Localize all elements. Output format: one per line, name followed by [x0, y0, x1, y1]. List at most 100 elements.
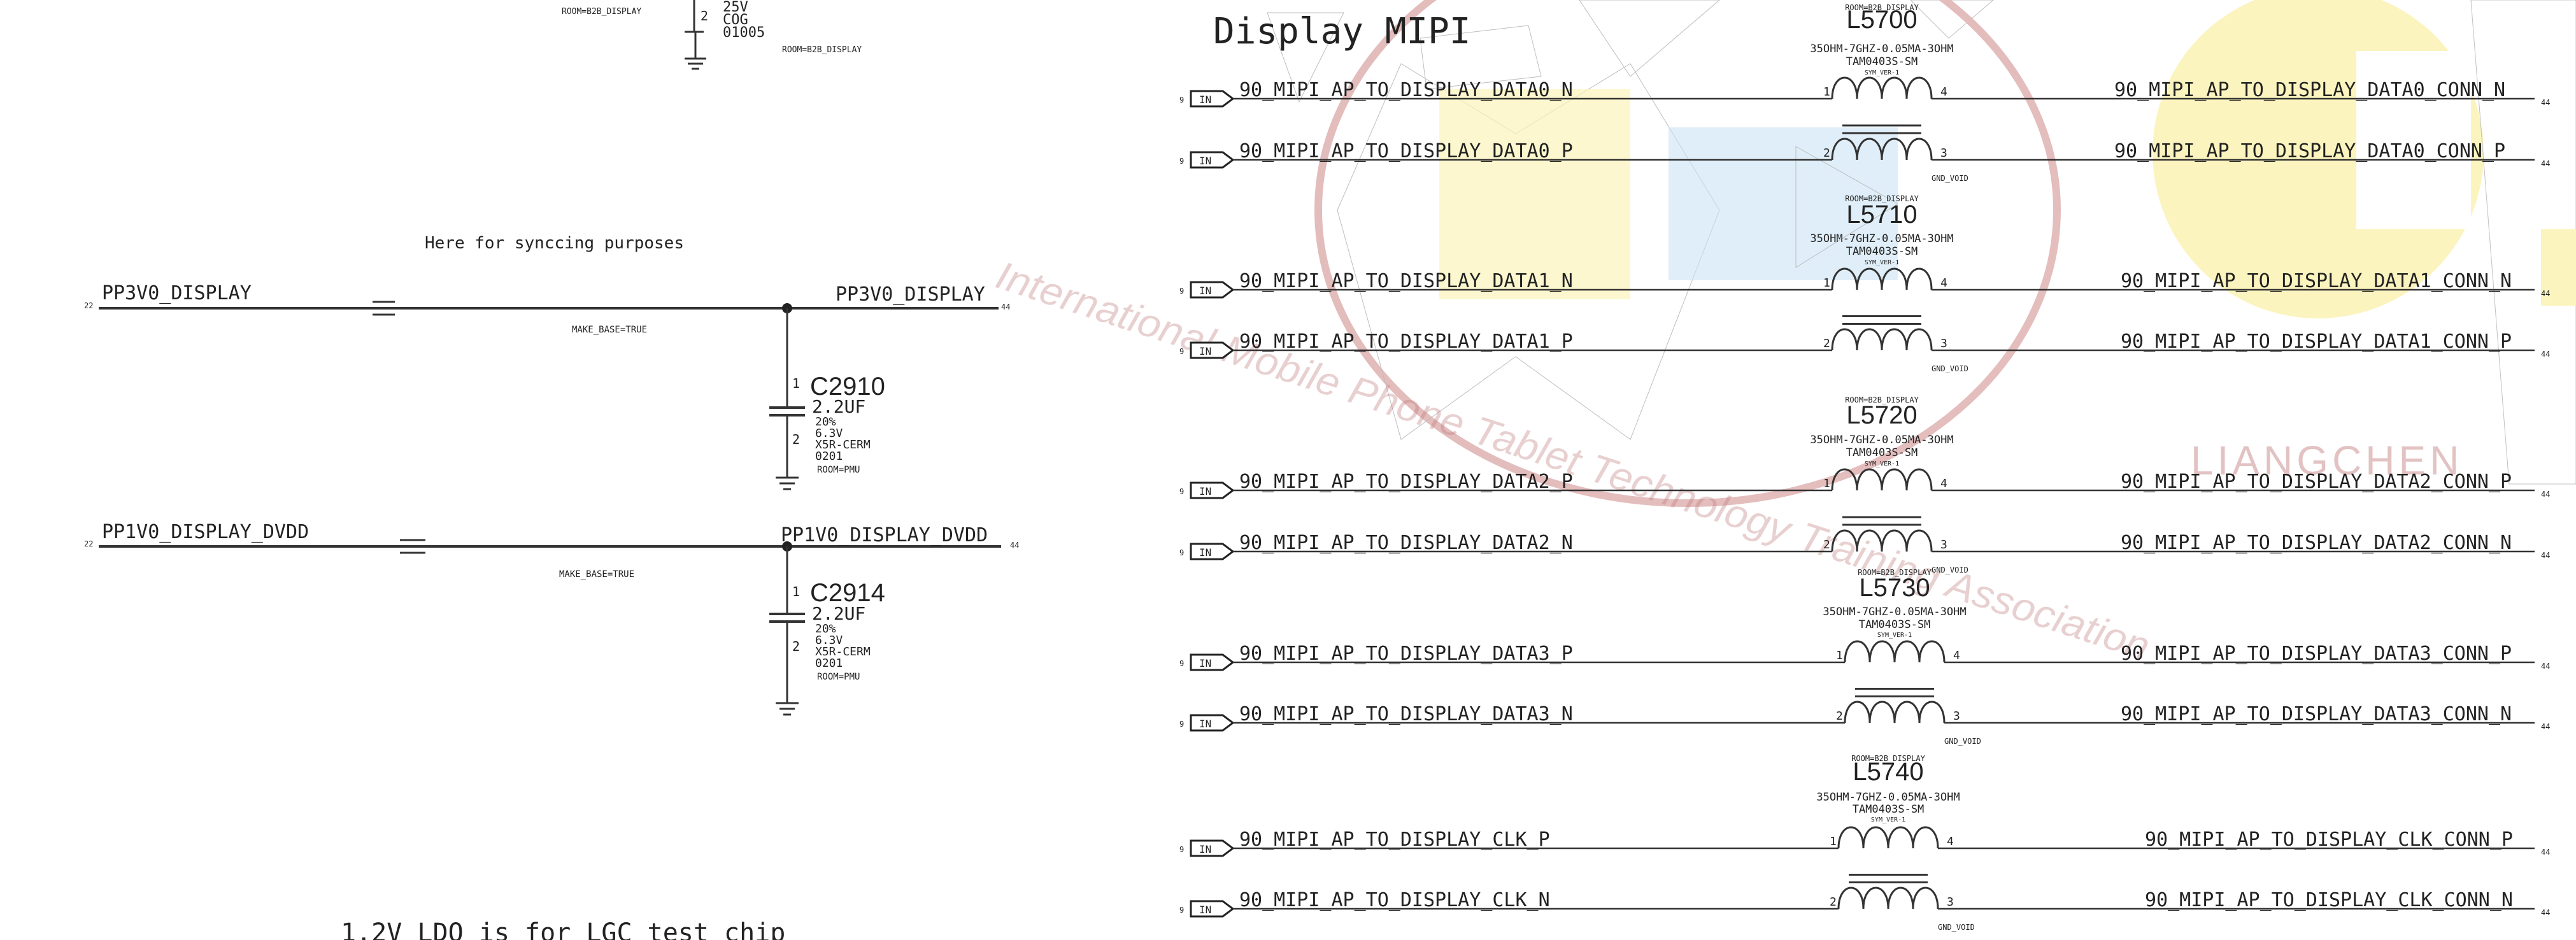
page-title: Display MIPI	[1213, 11, 1471, 52]
gnd-void-label: GND_VOID	[1932, 174, 1968, 183]
page-ref: 44	[2541, 350, 2550, 359]
top-cap-fragment: ROOM=B2B_DISPLAY 2 25V COG 01005 ROOM=B2…	[562, 0, 862, 70]
page-ref: 9	[1179, 845, 1184, 854]
in-port-label: IN	[1199, 843, 1211, 855]
component-ref: L5710	[1846, 201, 1917, 229]
net-label: 90_MIPI_AP_TO_DISPLAY_DATA2_CONN_N	[2121, 532, 2512, 554]
page-ref: 44	[2541, 159, 2550, 168]
page-ref: 9	[1179, 487, 1184, 496]
pin-number: 3	[1940, 337, 1947, 350]
net-label: PP1V0_DISPLAY_DVDD	[102, 521, 309, 543]
pin-number: 3	[1953, 709, 1960, 723]
pin-number: 2	[1823, 146, 1830, 160]
filter-line-top: 9 IN 90_MIPI_AP_TO_DISPLAY_DATA3_P 1 4 90_MIP…	[1179, 640, 2550, 671]
component-ref: L5740	[1853, 758, 1923, 786]
filter-line-top: 9 IN 90_MIPI_AP_TO_DISPLAY_DATA2_P 1 4 90_MIP…	[1179, 468, 2550, 499]
in-port-label: IN	[1199, 657, 1211, 669]
net-label: 90_MIPI_AP_TO_DISPLAY_DATA3_CONN_P	[2121, 643, 2512, 665]
net-label: 90_MIPI_AP_TO_DISPLAY_CLK_CONN_N	[2145, 889, 2513, 911]
room-label: ROOM=B2B_DISPLAY	[562, 7, 641, 17]
component-value: 2.2UF	[812, 603, 865, 624]
room-label: ROOM=PMU	[817, 672, 860, 682]
component-ref: L5700	[1846, 6, 1917, 34]
cap-spec: 01005	[723, 25, 765, 41]
page-ref: 44	[2541, 908, 2550, 917]
in-port-flag	[1190, 90, 1235, 108]
page-ref: 44	[1010, 541, 1019, 550]
page-ref: 44	[1001, 303, 1010, 311]
in-port-flag	[1190, 341, 1235, 359]
in-port-label: IN	[1199, 718, 1211, 730]
pin-number: 3	[1940, 146, 1947, 160]
net-label: PP1V0_DISPLAY_DVDD	[781, 524, 988, 546]
cap-spec: 0201	[815, 450, 843, 463]
page-ref: 9	[1179, 157, 1184, 166]
in-port-flag	[1190, 543, 1235, 560]
filter-line-bottom: 9 IN 90_MIPI_AP_TO_DISPLAY_CLK_N 2 3 90_MIPI_…	[1179, 887, 2550, 918]
net-label: 90_MIPI_AP_TO_DISPLAY_DATA1_CONN_N	[2121, 270, 2512, 292]
in-port-label: IN	[1199, 285, 1211, 297]
in-port-flag	[1190, 839, 1235, 857]
in-port-flag	[1190, 714, 1235, 732]
in-port-flag	[1190, 281, 1235, 299]
in-port-label: IN	[1199, 904, 1211, 916]
page-ref: 44	[2541, 98, 2550, 107]
common-mode-filter-l5740: ROOM=B2B_DISPLAYL574035OHM-7GHZ-0.05MA-3…	[1179, 754, 2550, 932]
pin-number: 4	[1947, 835, 1954, 848]
component-ref: L5720	[1846, 401, 1917, 429]
filter-line-top: 9 IN 90_MIPI_AP_TO_DISPLAY_CLK_P 1 4 90_MIPI_…	[1179, 826, 2550, 857]
component-value: 2.2UF	[812, 396, 865, 417]
in-port-label: IN	[1199, 94, 1211, 106]
in-port-flag	[1190, 900, 1235, 918]
package-label: TAM0403S-SM	[1859, 618, 1931, 631]
in-port-flag	[1190, 151, 1235, 169]
pin-number: 1	[1830, 835, 1837, 848]
package-label: TAM0403S-SM	[1846, 446, 1918, 459]
net-label: PP3V0_DISPLAY	[836, 283, 985, 306]
room-label: ROOM=PMU	[817, 465, 860, 475]
rail-pp3v0-display: 22 PP3V0_DISPLAY MAKE_BASE=TRUE PP3V0_DI…	[84, 282, 1010, 490]
pin-number: 3	[1940, 538, 1947, 552]
schematic-canvas: International Mobile Phone Tablet Techno…	[84, 0, 2576, 940]
page-ref: 44	[2541, 662, 2550, 671]
in-port-flag	[1190, 653, 1235, 671]
in-port-label: IN	[1199, 546, 1211, 559]
page-ref: 9	[1179, 96, 1184, 104]
schematic-sheet: International Mobile Phone Tablet Techno…	[0, 0, 2576, 940]
gnd-void-label: GND_VOID	[1938, 923, 1975, 932]
part-spec: 35OHM-7GHZ-0.05MA-3OHM	[1816, 791, 1960, 804]
pin-number: 2	[1830, 895, 1837, 909]
pin-number: 3	[1947, 895, 1954, 909]
page-ref: 9	[1179, 347, 1184, 356]
page-ref: 44	[2541, 551, 2550, 560]
watermark-logo	[1267, 0, 2061, 507]
page-ref: 44	[2541, 289, 2550, 298]
watermark-right-logo	[2153, 0, 2576, 485]
page-ref: 44	[2541, 490, 2550, 499]
pin-number: 2	[1823, 337, 1830, 350]
pin-number: 4	[1940, 85, 1947, 99]
cap-spec: 0201	[815, 657, 843, 670]
pin-number: 4	[1953, 649, 1960, 662]
in-port-label: IN	[1199, 485, 1211, 497]
sym-label: SYM_VER-1	[1865, 460, 1899, 467]
pin-number: 2	[701, 8, 708, 24]
page-ref: 9	[1179, 659, 1184, 668]
sym-label: SYM_VER-1	[1877, 632, 1912, 639]
net-label: 90_MIPI_AP_TO_DISPLAY_CLK_CONN_P	[2145, 829, 2513, 851]
sym-label: SYM_VER-1	[1871, 816, 1905, 823]
inductor-coil	[1837, 887, 1939, 909]
net-label: 90_MIPI_AP_TO_DISPLAY_DATA2_CONN_P	[2121, 471, 2512, 493]
common-mode-filter-l5730: ROOM=B2B_DISPLAYL573035OHM-7GHZ-0.05MA-3…	[1179, 568, 2550, 746]
pin-number: 2	[1836, 709, 1843, 723]
sym-label: SYM_VER-1	[1865, 259, 1899, 266]
pin-number: 4	[1940, 477, 1947, 490]
page-ref: 9	[1179, 287, 1184, 296]
pin-number: 1	[1836, 649, 1843, 662]
gnd-void-label: GND_VOID	[1932, 566, 1968, 574]
in-port-label: IN	[1199, 155, 1211, 167]
page-ref: 22	[84, 539, 93, 548]
net-label: 90_MIPI_AP_TO_DISPLAY_DATA0_CONN_P	[2114, 140, 2505, 162]
page-ref: 22	[84, 301, 93, 310]
net-label: 90_MIPI_AP_TO_DISPLAY_DATA0_CONN_N	[2114, 79, 2505, 101]
